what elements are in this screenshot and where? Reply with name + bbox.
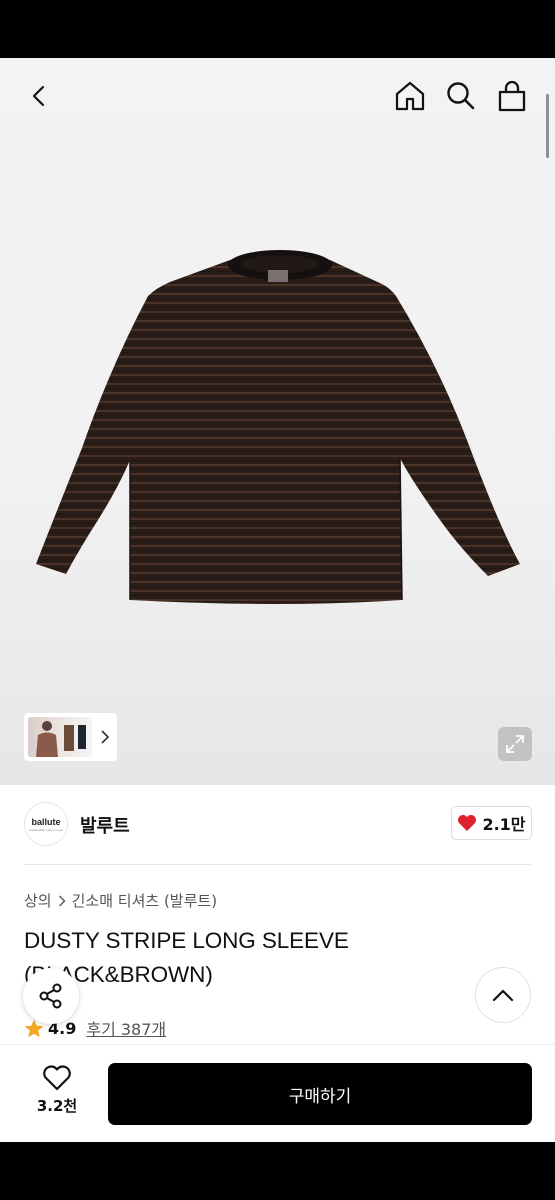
chevron-left-icon bbox=[32, 85, 45, 107]
breadcrumb-item-subcategory[interactable]: 긴소매 티셔츠 (발루트) bbox=[72, 890, 217, 911]
wish-button[interactable]: 3.2천 bbox=[26, 1065, 88, 1116]
brand-logo-subtext: Sustainable, easy to wear bbox=[28, 827, 64, 832]
status-bar bbox=[0, 0, 555, 58]
brand-logo[interactable]: ballute Sustainable, easy to wear bbox=[24, 802, 68, 846]
home-icon bbox=[395, 81, 425, 111]
thumbnail-image[interactable] bbox=[28, 717, 92, 757]
home-button[interactable] bbox=[390, 76, 430, 116]
product-image bbox=[30, 248, 525, 608]
back-button[interactable] bbox=[20, 76, 60, 116]
bottom-action-bar: 3.2천 구매하기 bbox=[0, 1044, 555, 1142]
wish-count: 3.2천 bbox=[36, 1097, 78, 1115]
expand-button[interactable] bbox=[498, 727, 532, 761]
brand-row[interactable]: ballute Sustainable, easy to wear 발루트 2.… bbox=[0, 785, 555, 865]
heart-outline-icon bbox=[43, 1065, 71, 1091]
shopping-bag-icon bbox=[498, 80, 526, 112]
scroll-top-button[interactable] bbox=[475, 967, 531, 1023]
expand-icon bbox=[506, 735, 524, 753]
chevron-up-icon bbox=[492, 989, 514, 1002]
share-button[interactable] bbox=[23, 968, 79, 1024]
share-icon bbox=[39, 983, 62, 1009]
cart-button[interactable] bbox=[492, 76, 532, 116]
product-title: DUSTY STRIPE LONG SLEEVE (BLACK&BROWN) bbox=[24, 928, 349, 987]
breadcrumb-item-category[interactable]: 상의 bbox=[24, 890, 52, 911]
brand-name[interactable]: 발루트 bbox=[80, 812, 130, 838]
brand-logo-text: ballute bbox=[31, 816, 61, 827]
divider bbox=[24, 864, 531, 865]
system-nav-bar bbox=[0, 1142, 555, 1200]
chevron-right-icon[interactable] bbox=[100, 730, 110, 744]
product-image-area[interactable] bbox=[0, 58, 555, 785]
thumbnail-strip[interactable] bbox=[24, 713, 117, 761]
chevron-right-icon bbox=[58, 895, 66, 906]
buy-button[interactable]: 구매하기 bbox=[108, 1063, 532, 1125]
heart-icon bbox=[458, 815, 477, 831]
brand-like-button[interactable]: 2.1만 bbox=[451, 806, 532, 840]
search-icon bbox=[447, 82, 475, 110]
reviews-link[interactable]: 후기 387개 bbox=[86, 1016, 166, 1040]
scroll-indicator bbox=[546, 94, 549, 158]
breadcrumb: 상의 긴소매 티셔츠 (발루트) bbox=[24, 890, 217, 911]
search-button[interactable] bbox=[441, 76, 481, 116]
product-screen: ballute Sustainable, easy to wear 발루트 2.… bbox=[0, 58, 555, 1142]
brand-like-count: 2.1만 bbox=[482, 815, 526, 834]
